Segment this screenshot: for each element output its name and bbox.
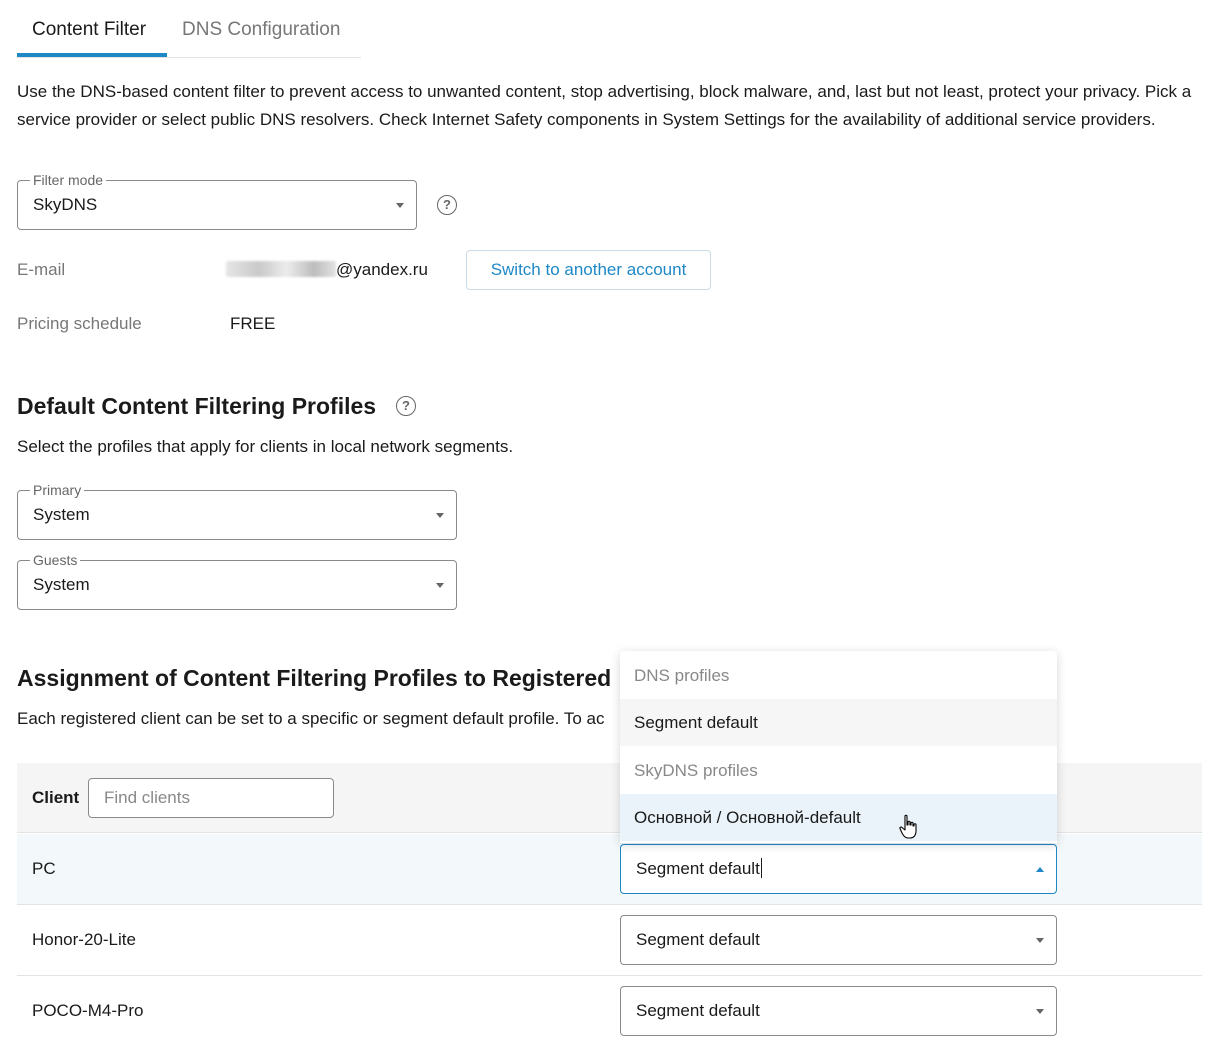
guests-value: System [33,575,90,594]
client-profile-value: Segment default [636,930,760,949]
find-clients-input[interactable] [88,778,334,818]
email-label: E-mail [17,260,66,279]
client-name: PC [32,859,56,878]
assignment-description: Each registered client can be set to a s… [17,709,605,728]
table-row: Honor-20-Lite Segment default [17,905,1202,976]
question-circle-icon[interactable]: ? [396,396,416,416]
dropdown-option-segment-default[interactable]: Segment default [620,699,1057,746]
hand-pointer-icon [899,814,917,839]
filter-mode-legend: Filter mode [30,171,107,189]
question-circle-icon[interactable]: ? [437,195,457,215]
active-tab-indicator [17,53,167,57]
email-domain: @yandex.ru [336,260,428,279]
blurred-email-username [226,261,336,277]
intro-description: Use the DNS-based content filter to prev… [17,82,1192,129]
tab-dns-configuration[interactable]: DNS Configuration [182,18,340,42]
client-name: POCO-M4-Pro [32,1001,144,1020]
filter-mode-value: SkyDNS [33,195,98,214]
primary-profile-select[interactable]: Primary System [17,481,457,540]
default-profiles-title: Default Content Filtering Profiles [17,393,377,419]
primary-value: System [33,505,90,524]
chevron-down-icon [396,203,404,208]
client-profile-select[interactable]: Segment default [620,844,1057,894]
client-profile-value: Segment default [636,858,762,878]
filter-mode-select[interactable]: Filter mode SkyDNS [17,171,417,230]
chevron-down-icon [436,513,444,518]
client-profile-select[interactable]: Segment default [620,986,1057,1036]
client-name: Honor-20-Lite [32,930,136,949]
tab-content-filter[interactable]: Content Filter [32,18,146,42]
pricing-value: FREE [230,314,276,333]
client-profile-select[interactable]: Segment default [620,915,1057,965]
text-caret [760,858,762,878]
assignment-title: Assignment of Content Filtering Profiles… [17,665,612,691]
table-row: POCO-M4-Pro Segment default [17,976,1202,1043]
tab-bar: Content Filter DNS Configuration [17,0,361,58]
dropdown-option-osnovnoy-default[interactable]: Основной / Основной-default [620,794,1057,841]
guests-profile-select[interactable]: Guests System [17,551,457,610]
client-column-header: Client [32,788,80,807]
dropdown-group-skydns-profiles: SkyDNS profiles [634,761,758,780]
profile-dropdown-menu: DNS profiles Segment default SkyDNS prof… [620,651,1057,843]
table-row: PC Segment default [17,834,1202,905]
client-profile-value: Segment default [636,1001,760,1020]
chevron-down-icon [1036,938,1044,943]
dropdown-group-dns-profiles: DNS profiles [634,666,730,685]
switch-account-button[interactable]: Switch to another account [466,250,711,290]
primary-legend: Primary [30,481,85,499]
chevron-down-icon [1036,1009,1044,1014]
chevron-down-icon [436,583,444,588]
chevron-up-icon [1036,867,1044,872]
default-profiles-description: Select the profiles that apply for clien… [17,437,514,456]
pricing-label: Pricing schedule [17,314,142,333]
guests-legend: Guests [30,551,81,569]
